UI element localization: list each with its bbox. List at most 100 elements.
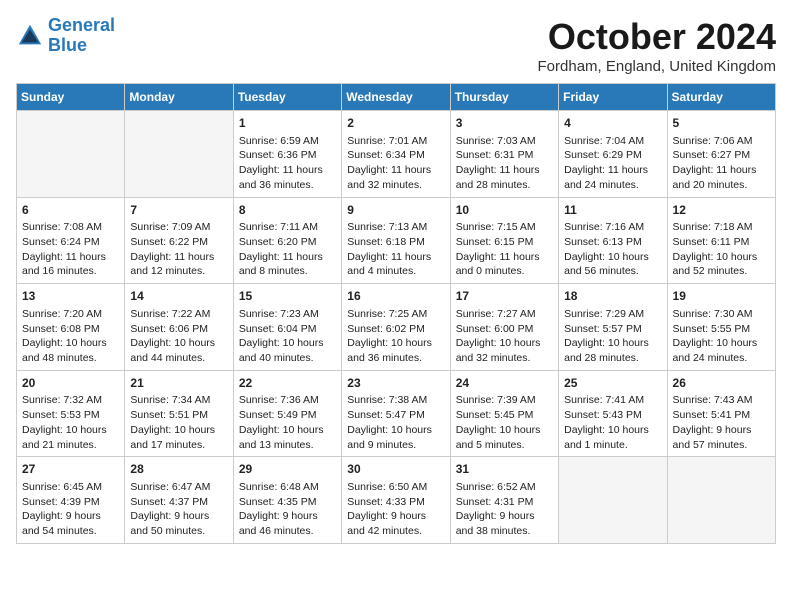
calendar-day-cell <box>17 111 125 198</box>
day-number: 23 <box>347 375 444 392</box>
day-info: Sunrise: 6:59 AM Sunset: 6:36 PM Dayligh… <box>239 134 336 193</box>
calendar-day-cell: 20Sunrise: 7:32 AM Sunset: 5:53 PM Dayli… <box>17 370 125 457</box>
calendar-day-cell: 9Sunrise: 7:13 AM Sunset: 6:18 PM Daylig… <box>342 197 450 284</box>
day-number: 17 <box>456 288 553 305</box>
day-number: 24 <box>456 375 553 392</box>
calendar-week-row: 20Sunrise: 7:32 AM Sunset: 5:53 PM Dayli… <box>17 370 776 457</box>
weekday-header-row: SundayMondayTuesdayWednesdayThursdayFrid… <box>17 84 776 111</box>
day-info: Sunrise: 7:27 AM Sunset: 6:00 PM Dayligh… <box>456 307 553 366</box>
day-info: Sunrise: 7:22 AM Sunset: 6:06 PM Dayligh… <box>130 307 227 366</box>
day-number: 7 <box>130 202 227 219</box>
day-number: 14 <box>130 288 227 305</box>
day-number: 5 <box>673 115 770 132</box>
day-info: Sunrise: 7:43 AM Sunset: 5:41 PM Dayligh… <box>673 393 770 452</box>
day-info: Sunrise: 7:08 AM Sunset: 6:24 PM Dayligh… <box>22 220 119 279</box>
weekday-header: Sunday <box>17 84 125 111</box>
calendar-day-cell: 13 Sunrise: 7:20 AM Sunset: 6:08 PM Dayli… <box>17 284 125 371</box>
day-number: 19 <box>673 288 770 305</box>
day-info: Sunrise: 7:39 AM Sunset: 5:45 PM Dayligh… <box>456 393 553 452</box>
day-number: 4 <box>564 115 661 132</box>
calendar-day-cell: 27 Sunrise: 6:45 AM Sunset: 4:39 PM Dayli… <box>17 457 125 544</box>
location: Fordham, England, United Kingdom <box>538 58 776 75</box>
day-info: Sunrise: 7:36 AM Sunset: 5:49 PM Dayligh… <box>239 393 336 452</box>
day-number: 1 <box>239 115 336 132</box>
day-info: Sunrise: 6:45 AM Sunset: 4:39 PM Dayligh… <box>22 480 119 539</box>
day-info: Sunrise: 7:18 AM Sunset: 6:11 PM Dayligh… <box>673 220 770 279</box>
calendar-day-cell: 1 Sunrise: 6:59 AM Sunset: 6:36 PM Daylig… <box>233 111 341 198</box>
day-info: Sunrise: 7:04 AM Sunset: 6:29 PM Dayligh… <box>564 134 661 193</box>
calendar-day-cell: 16 Sunrise: 7:25 AM Sunset: 6:02 PM Dayli… <box>342 284 450 371</box>
calendar-day-cell <box>125 111 233 198</box>
weekday-header: Monday <box>125 84 233 111</box>
calendar-day-cell: 22Sunrise: 7:36 AM Sunset: 5:49 PM Dayli… <box>233 370 341 457</box>
day-info: Sunrise: 7:06 AM Sunset: 6:27 PM Dayligh… <box>673 134 770 193</box>
calendar-day-cell: 7Sunrise: 7:09 AM Sunset: 6:22 PM Daylig… <box>125 197 233 284</box>
day-info: Sunrise: 7:30 AM Sunset: 5:55 PM Dayligh… <box>673 307 770 366</box>
calendar-day-cell <box>667 457 775 544</box>
day-number: 10 <box>456 202 553 219</box>
calendar-week-row: 13 Sunrise: 7:20 AM Sunset: 6:08 PM Dayli… <box>17 284 776 371</box>
day-info: Sunrise: 6:48 AM Sunset: 4:35 PM Dayligh… <box>239 480 336 539</box>
calendar-day-cell: 30 Sunrise: 6:50 AM Sunset: 4:33 PM Dayli… <box>342 457 450 544</box>
calendar-day-cell: 31Sunrise: 6:52 AM Sunset: 4:31 PM Dayli… <box>450 457 558 544</box>
logo: GeneralBlue <box>16 16 115 56</box>
day-number: 2 <box>347 115 444 132</box>
calendar-day-cell: 24Sunrise: 7:39 AM Sunset: 5:45 PM Dayli… <box>450 370 558 457</box>
page-header: GeneralBlue October 2024 Fordham, Englan… <box>16 16 776 75</box>
day-info: Sunrise: 7:29 AM Sunset: 5:57 PM Dayligh… <box>564 307 661 366</box>
day-info: Sunrise: 7:01 AM Sunset: 6:34 PM Dayligh… <box>347 134 444 193</box>
day-number: 29 <box>239 461 336 478</box>
day-info: Sunrise: 7:34 AM Sunset: 5:51 PM Dayligh… <box>130 393 227 452</box>
day-number: 13 <box>22 288 119 305</box>
day-number: 8 <box>239 202 336 219</box>
day-number: 21 <box>130 375 227 392</box>
weekday-header: Wednesday <box>342 84 450 111</box>
calendar-day-cell: 2 Sunrise: 7:01 AM Sunset: 6:34 PM Daylig… <box>342 111 450 198</box>
day-info: Sunrise: 7:09 AM Sunset: 6:22 PM Dayligh… <box>130 220 227 279</box>
day-info: Sunrise: 7:13 AM Sunset: 6:18 PM Dayligh… <box>347 220 444 279</box>
day-number: 28 <box>130 461 227 478</box>
calendar-day-cell: 8Sunrise: 7:11 AM Sunset: 6:20 PM Daylig… <box>233 197 341 284</box>
calendar-week-row: 6Sunrise: 7:08 AM Sunset: 6:24 PM Daylig… <box>17 197 776 284</box>
calendar-header: SundayMondayTuesdayWednesdayThursdayFrid… <box>17 84 776 111</box>
day-info: Sunrise: 7:16 AM Sunset: 6:13 PM Dayligh… <box>564 220 661 279</box>
day-info: Sunrise: 7:03 AM Sunset: 6:31 PM Dayligh… <box>456 134 553 193</box>
day-number: 27 <box>22 461 119 478</box>
day-info: Sunrise: 6:52 AM Sunset: 4:31 PM Dayligh… <box>456 480 553 539</box>
title-block: October 2024 Fordham, England, United Ki… <box>538 16 776 75</box>
day-info: Sunrise: 7:20 AM Sunset: 6:08 PM Dayligh… <box>22 307 119 366</box>
day-number: 20 <box>22 375 119 392</box>
day-number: 26 <box>673 375 770 392</box>
weekday-header: Thursday <box>450 84 558 111</box>
calendar-day-cell: 18 Sunrise: 7:29 AM Sunset: 5:57 PM Dayli… <box>559 284 667 371</box>
calendar-body: 1 Sunrise: 6:59 AM Sunset: 6:36 PM Daylig… <box>17 111 776 544</box>
calendar-day-cell: 6Sunrise: 7:08 AM Sunset: 6:24 PM Daylig… <box>17 197 125 284</box>
calendar-day-cell: 5 Sunrise: 7:06 AM Sunset: 6:27 PM Daylig… <box>667 111 775 198</box>
weekday-header: Tuesday <box>233 84 341 111</box>
calendar-day-cell: 4 Sunrise: 7:04 AM Sunset: 6:29 PM Daylig… <box>559 111 667 198</box>
day-number: 18 <box>564 288 661 305</box>
day-number: 6 <box>22 202 119 219</box>
calendar-week-row: 1 Sunrise: 6:59 AM Sunset: 6:36 PM Daylig… <box>17 111 776 198</box>
day-info: Sunrise: 6:47 AM Sunset: 4:37 PM Dayligh… <box>130 480 227 539</box>
day-number: 16 <box>347 288 444 305</box>
day-info: Sunrise: 7:23 AM Sunset: 6:04 PM Dayligh… <box>239 307 336 366</box>
calendar-day-cell: 29 Sunrise: 6:48 AM Sunset: 4:35 PM Dayli… <box>233 457 341 544</box>
calendar-day-cell: 26Sunrise: 7:43 AM Sunset: 5:41 PM Dayli… <box>667 370 775 457</box>
day-number: 3 <box>456 115 553 132</box>
calendar-day-cell: 23Sunrise: 7:38 AM Sunset: 5:47 PM Dayli… <box>342 370 450 457</box>
calendar-table: SundayMondayTuesdayWednesdayThursdayFrid… <box>16 83 776 544</box>
weekday-header: Saturday <box>667 84 775 111</box>
day-number: 22 <box>239 375 336 392</box>
calendar-day-cell: 28 Sunrise: 6:47 AM Sunset: 4:37 PM Dayli… <box>125 457 233 544</box>
calendar-day-cell: 3 Sunrise: 7:03 AM Sunset: 6:31 PM Daylig… <box>450 111 558 198</box>
day-info: Sunrise: 6:50 AM Sunset: 4:33 PM Dayligh… <box>347 480 444 539</box>
day-info: Sunrise: 7:15 AM Sunset: 6:15 PM Dayligh… <box>456 220 553 279</box>
day-info: Sunrise: 7:41 AM Sunset: 5:43 PM Dayligh… <box>564 393 661 452</box>
day-number: 30 <box>347 461 444 478</box>
calendar-day-cell: 19 Sunrise: 7:30 AM Sunset: 5:55 PM Dayli… <box>667 284 775 371</box>
day-number: 15 <box>239 288 336 305</box>
calendar-day-cell: 21Sunrise: 7:34 AM Sunset: 5:51 PM Dayli… <box>125 370 233 457</box>
day-info: Sunrise: 7:25 AM Sunset: 6:02 PM Dayligh… <box>347 307 444 366</box>
month-title: October 2024 <box>538 16 776 58</box>
